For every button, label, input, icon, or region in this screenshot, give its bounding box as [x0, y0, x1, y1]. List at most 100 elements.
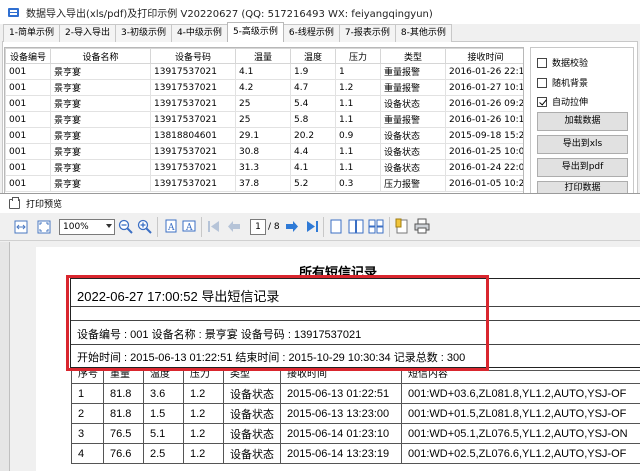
chevron-down-icon[interactable] — [106, 224, 112, 228]
table-row[interactable]: 001 景亨宴 13917537021 25 5.4 1.1 设备状态 2016-01-26 … — [5, 95, 523, 112]
data-grid[interactable]: 设备编号 设备名称 设备号码 温量 温度 压力 类型 接收时间 001 景亨宴 13… — [4, 47, 524, 195]
page-setup-icon[interactable] — [395, 218, 409, 234]
table-cell: 2016-01-24 22:09:42 — [445, 159, 523, 176]
table-cell: 2016-01-27 10:10:23 — [445, 79, 523, 96]
report-cell: 001:WD+05.1,ZL076.5,YL1.2,AUTO,YSJ-ON — [401, 423, 640, 444]
zoom-in-icon[interactable] — [137, 219, 152, 234]
page-total: / 8 — [268, 222, 280, 232]
report-cell: 2015-06-13 13:23:00 — [280, 403, 402, 424]
checkbox-label: 自动拉伸 — [552, 98, 589, 108]
table-cell: 37.8 — [235, 175, 291, 192]
tab-advanced[interactable]: 5-高级示例 — [226, 22, 284, 42]
table-cell: 001 — [5, 79, 51, 96]
last-page-icon[interactable] — [305, 220, 319, 233]
facing-pages-icon[interactable] — [348, 219, 364, 234]
report-cell: 3 — [71, 423, 104, 444]
report-cell: 1.5 — [143, 403, 184, 424]
grid-header-row: 设备编号 设备名称 设备号码 温量 温度 压力 类型 接收时间 — [5, 48, 523, 64]
fit-width-icon[interactable] — [14, 220, 28, 234]
toolbar-divider — [157, 217, 158, 237]
report-cell: 3.6 — [143, 383, 184, 404]
table-cell: 30.8 — [235, 143, 291, 160]
grid-header-cell[interactable]: 温度 — [290, 48, 336, 64]
table-row[interactable]: 001 景亨宴 13917537021 37.8 5.2 0.3 压力报警 2016-01-0… — [5, 175, 523, 192]
tab-other[interactable]: 8-其他示例 — [394, 24, 452, 42]
table-cell: 13917537021 — [150, 159, 236, 176]
checkbox-box[interactable] — [537, 96, 547, 107]
table-cell: 2016-01-05 10:24:52 — [445, 175, 523, 192]
report-cell: 2015-06-13 01:22:51 — [280, 383, 402, 404]
grid-header-cell[interactable]: 设备编号 — [5, 48, 51, 64]
table-cell: 4.1 — [290, 159, 336, 176]
checkbox-box[interactable] — [537, 57, 547, 68]
single-page-icon[interactable] — [329, 219, 343, 234]
table-row[interactable]: 001 景亨宴 13818804601 29.1 20.2 0.9 设备状态 2015-09-… — [5, 127, 523, 144]
table-row[interactable]: 001 景亨宴 13917537021 4.2 4.7 1.2 重量报警 2016-01-27… — [5, 79, 523, 96]
load-data-button[interactable]: 加载数据 — [537, 112, 628, 131]
window-titlebar: 数据导入导出(xls/pdf)及打印示例 V20220627 (QQ: 5172… — [0, 0, 640, 24]
report-cell: 001:WD+01.5,ZL081.8,YL1.2,AUTO,YSJ-OF — [401, 403, 640, 424]
grid-header-cell[interactable]: 类型 — [380, 48, 446, 64]
report-cell: 001:WD+02.5,ZL076.6,YL1.2,AUTO,YSJ-OF — [401, 443, 640, 464]
random-bg-checkbox[interactable]: 随机背景 — [537, 76, 588, 89]
table-cell: 001 — [5, 159, 51, 176]
table-cell: 1.1 — [335, 95, 381, 112]
tab-simple[interactable]: 1-简单示例 — [3, 24, 60, 42]
table-cell: 1 — [335, 63, 381, 80]
report-col-header: 类型 — [223, 370, 281, 384]
table-cell: 景亨宴 — [50, 79, 151, 96]
report-cell: 1.2 — [183, 403, 224, 424]
data-check-checkbox[interactable]: 数据校验 — [537, 56, 588, 69]
report-col-header: 接收时间 — [280, 370, 402, 384]
table-cell: 5.2 — [290, 175, 336, 192]
prev-page-icon[interactable] — [227, 220, 241, 233]
table-row[interactable]: 001 景亨宴 13917537021 30.8 4.4 1.1 设备状态 2016-01-2… — [5, 143, 523, 160]
table-cell: 景亨宴 — [50, 95, 151, 112]
svg-text:A: A — [185, 223, 193, 233]
first-page-icon[interactable] — [207, 220, 221, 233]
tab-import-export[interactable]: 2-导入导出 — [58, 24, 116, 42]
table-cell: 景亨宴 — [50, 159, 151, 176]
printer-icon — [9, 196, 20, 209]
table-cell: 2016-01-26 09:20:50 — [445, 95, 523, 112]
report-table: 序号 重量 温度 压力 类型 接收时间 短信内容 1 81.8 3.6 1.2 设备状态… — [71, 370, 640, 464]
table-cell: 景亨宴 — [50, 63, 151, 80]
report-cell: 81.8 — [103, 383, 144, 404]
table-row[interactable]: 001 景亨宴 13917537021 4.1 1.9 1 重量报警 2016-01-26 2… — [5, 63, 523, 80]
next-page-icon[interactable] — [285, 220, 299, 233]
tab-thread[interactable]: 6-线程示例 — [282, 24, 340, 42]
table-row[interactable]: 001 景亨宴 13917537021 31.3 4.1 1.1 设备状态 2016-01-2… — [5, 159, 523, 176]
fit-page-icon[interactable] — [37, 220, 51, 234]
grid-header-cell[interactable]: 设备名称 — [50, 48, 151, 64]
portrait-icon[interactable]: A — [164, 219, 178, 233]
export-pdf-button[interactable]: 导出到pdf — [537, 158, 628, 177]
report-row: 2 81.8 1.5 1.2 设备状态 2015-06-13 13:23:00 001:WD… — [71, 403, 640, 424]
table-cell: 景亨宴 — [50, 143, 151, 160]
export-xls-button[interactable]: 导出到xls — [537, 135, 628, 154]
checkbox-label: 随机背景 — [552, 79, 589, 89]
overview-pages-icon[interactable] — [368, 219, 384, 234]
report-col-header: 重量 — [103, 370, 144, 384]
auto-stretch-checkbox[interactable]: 自动拉伸 — [537, 95, 588, 108]
report-row: 4 76.6 2.5 1.2 设备状态 2015-06-14 13:23:19 001:WD… — [71, 443, 640, 464]
grid-header-cell[interactable]: 压力 — [335, 48, 381, 64]
tab-bar: 1-简单示例 2-导入导出 3-初级示例 4-中级示例 5-高级示例 6-线程示… — [3, 22, 452, 42]
table-row[interactable]: 001 景亨宴 13917537021 25 5.8 1.1 重量报警 2016-01-26 … — [5, 111, 523, 128]
checkbox-box[interactable] — [537, 77, 547, 88]
table-cell: 31.3 — [235, 159, 291, 176]
report-cell: 2015-06-14 13:23:19 — [280, 443, 402, 464]
zoom-combobox[interactable]: 100% — [59, 219, 115, 235]
tab-intermediate[interactable]: 4-中级示例 — [170, 24, 228, 42]
print-icon[interactable] — [414, 218, 430, 234]
grid-header-cell[interactable]: 设备号码 — [150, 48, 236, 64]
zoom-out-icon[interactable] — [118, 219, 133, 234]
page-number-input[interactable]: 1 — [250, 219, 266, 235]
grid-header-cell[interactable]: 接收时间 — [445, 48, 523, 64]
print-preview-titlebar: 打印预览 — [0, 194, 640, 213]
landscape-icon[interactable]: A — [182, 219, 196, 233]
table-cell: 设备状态 — [380, 127, 446, 144]
tab-basic[interactable]: 3-初级示例 — [114, 24, 172, 42]
table-cell: 29.1 — [235, 127, 291, 144]
tab-report[interactable]: 7-报表示例 — [338, 24, 396, 42]
grid-header-cell[interactable]: 温量 — [235, 48, 291, 64]
